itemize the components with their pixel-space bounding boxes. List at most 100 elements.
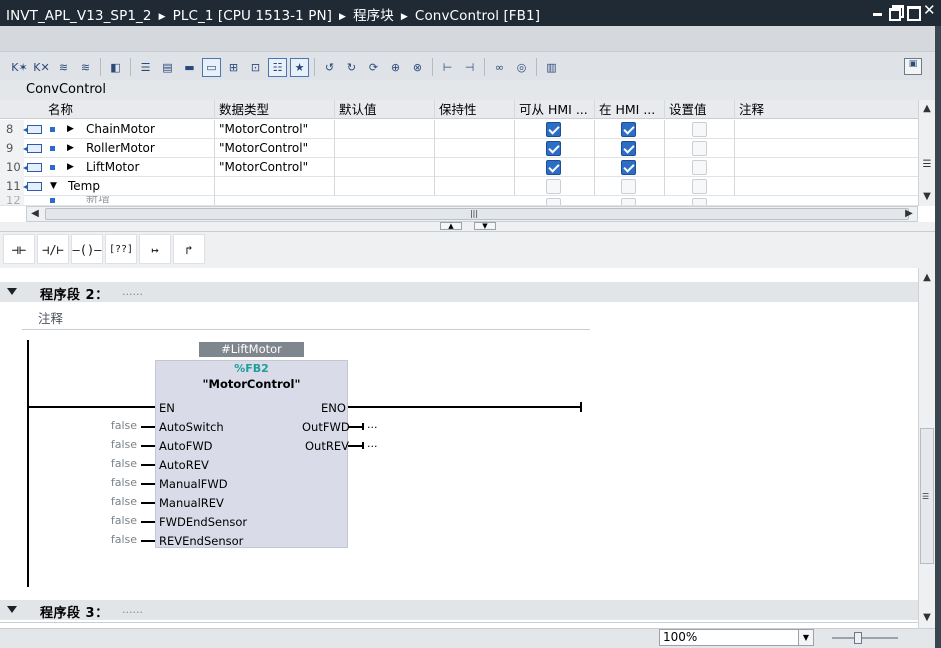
expand-icon[interactable]: ▶ <box>67 120 74 139</box>
output-value[interactable]: ... <box>367 418 378 431</box>
var-type[interactable]: "MotorControl" <box>215 158 335 177</box>
add-row-icon[interactable]: ≋ <box>76 58 95 77</box>
var-retain[interactable] <box>435 177 515 196</box>
var-retain[interactable] <box>435 139 515 158</box>
input-value[interactable]: false <box>97 476 137 489</box>
instance-db-label[interactable]: #LiftMotor <box>199 342 304 357</box>
scroll-right-icon[interactable]: ▶ <box>902 207 916 221</box>
scroll-up-icon[interactable]: ▲ <box>920 102 934 116</box>
col-name[interactable]: 名称 <box>44 100 215 119</box>
col-comment[interactable]: 注释 <box>735 100 918 119</box>
scroll-left-icon[interactable]: ◀ <box>28 207 42 221</box>
table-row[interactable]: 8 ▶ ChainMotor "MotorControl" <box>0 120 918 139</box>
compile-icon[interactable]: ⊗ <box>408 58 427 77</box>
empty-box-icon[interactable]: [??] <box>105 234 137 264</box>
var-comment[interactable] <box>735 158 918 177</box>
var-default[interactable] <box>335 120 435 139</box>
col-type[interactable]: 数据类型 <box>215 100 335 119</box>
breadcrumb-plc[interactable]: PLC_1 [CPU 1513-1 PN] <box>173 8 332 24</box>
update-icon[interactable]: ⊕ <box>386 58 405 77</box>
input-value[interactable]: false <box>97 457 137 470</box>
scroll-down-icon[interactable]: ▼ <box>920 190 934 204</box>
collapse-icon[interactable]: ▼ <box>50 177 57 196</box>
breadcrumb-program-blocks[interactable]: 程序块 <box>353 8 394 24</box>
restore-icon[interactable] <box>889 4 904 21</box>
next-error-icon[interactable]: ↻ <box>342 58 361 77</box>
insert-row-icon[interactable]: ≋ <box>54 58 73 77</box>
col-retain[interactable]: 保持性 <box>435 100 515 119</box>
interface-horizontal-scrollbar[interactable]: ◀ ||| ▶ <box>26 206 918 222</box>
input-value[interactable]: false <box>97 438 137 451</box>
hmi-access-checkbox[interactable] <box>546 160 561 175</box>
network-2-header[interactable]: 程序段 2： ...... <box>0 282 918 303</box>
network-title-placeholder[interactable]: ...... <box>122 285 143 298</box>
bookmark-icon[interactable]: ★ <box>290 57 309 77</box>
hmi-access-checkbox[interactable] <box>546 122 561 137</box>
interface-vertical-scrollbar[interactable]: ▲ ☰ ▼ <box>918 100 935 206</box>
layout-toggle-icon[interactable]: ▣ <box>904 58 922 75</box>
outdent-icon[interactable]: ⊣ <box>460 58 479 77</box>
input-value[interactable]: false <box>97 495 137 508</box>
open-all-networks-icon[interactable]: ▤ <box>158 58 177 77</box>
setpoint-checkbox[interactable] <box>692 160 707 175</box>
var-comment[interactable] <box>735 139 918 158</box>
network-comment[interactable]: 注释 <box>22 305 590 330</box>
var-default[interactable] <box>335 139 435 158</box>
input-value[interactable]: false <box>97 514 137 527</box>
delete-network-icon[interactable]: K✕ <box>32 58 51 77</box>
open-branch-icon[interactable]: ↦ <box>139 234 171 264</box>
var-retain[interactable] <box>435 120 515 139</box>
tag-info-icon[interactable]: ⊡ <box>246 58 265 77</box>
network-title[interactable]: 程序段 2： <box>40 284 109 303</box>
normally-closed-contact-icon[interactable]: ⊣/⊢ <box>37 234 69 264</box>
minimize-icon[interactable] <box>872 4 884 18</box>
splitter-down-icon[interactable]: ▼ <box>474 222 496 230</box>
hmi-visible-checkbox[interactable] <box>621 198 636 205</box>
col-default[interactable]: 默认值 <box>335 100 435 119</box>
hmi-access-checkbox[interactable] <box>546 179 561 194</box>
add-new-row[interactable]: 新增 <box>82 196 215 205</box>
var-default[interactable] <box>335 158 435 177</box>
var-comment[interactable] <box>735 177 918 196</box>
var-type[interactable]: "MotorControl" <box>215 120 335 139</box>
network-comment-text[interactable]: 注释 <box>38 308 63 327</box>
network-title[interactable]: 程序段 3： <box>40 602 109 621</box>
var-default[interactable] <box>335 177 435 196</box>
table-row[interactable]: 10 ▶ LiftMotor "MotorControl" <box>0 158 918 177</box>
zoom-select[interactable]: 100% ▼ <box>659 629 814 646</box>
collapse-icon[interactable] <box>7 606 17 613</box>
editor-vertical-scrollbar[interactable]: ▲ ☰ ▼ <box>918 268 935 628</box>
network-title-placeholder[interactable]: ...... <box>122 603 143 616</box>
chevron-down-icon[interactable]: ▼ <box>798 630 813 645</box>
indent-icon[interactable]: ⊢ <box>438 58 457 77</box>
scroll-down-icon[interactable]: ▼ <box>920 611 934 625</box>
splitter-up-icon[interactable]: ▲ <box>440 222 462 230</box>
output-coil-icon[interactable]: –()– <box>71 234 103 264</box>
split-view-icon[interactable]: ▥ <box>542 58 561 77</box>
insert-network-icon[interactable]: K✶ <box>10 58 29 77</box>
setpoint-checkbox[interactable] <box>692 179 707 194</box>
expand-icon[interactable]: ▶ <box>67 139 74 158</box>
section-name[interactable]: Temp <box>64 177 215 196</box>
refresh-calls-icon[interactable]: ⟳ <box>364 58 383 77</box>
var-name[interactable]: RollerMotor <box>82 139 215 158</box>
setpoint-checkbox[interactable] <box>692 198 707 205</box>
close-branch-icon[interactable]: ↱ <box>173 234 205 264</box>
var-type[interactable] <box>215 177 335 196</box>
hmi-visible-checkbox[interactable] <box>621 141 636 156</box>
var-type[interactable]: "MotorControl" <box>215 139 335 158</box>
var-name[interactable]: ChainMotor <box>82 120 215 139</box>
align-icon[interactable]: ☰ <box>136 58 155 77</box>
col-hmi-visible[interactable]: 在 HMI ... <box>595 100 665 119</box>
table-row[interactable]: 12 新增 <box>0 196 918 206</box>
input-value[interactable]: false <box>97 533 137 546</box>
hmi-visible-checkbox[interactable] <box>621 179 636 194</box>
block-interface-icon[interactable]: ◧ <box>106 58 125 77</box>
input-value[interactable]: false <box>97 419 137 432</box>
hmi-access-checkbox[interactable] <box>546 198 561 205</box>
editor-splitter[interactable]: ▲ ▼ <box>0 222 941 232</box>
collapse-icon[interactable] <box>7 288 17 295</box>
favorites-icon[interactable]: ☷ <box>268 57 287 77</box>
close-all-networks-icon[interactable]: ▬ <box>180 58 199 77</box>
zoom-slider[interactable] <box>832 632 898 644</box>
